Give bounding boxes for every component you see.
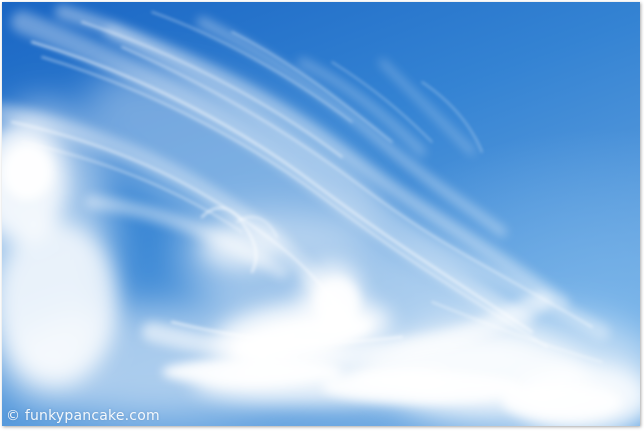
sky-photo <box>2 2 640 426</box>
watermark-text: © funkypancake.com <box>6 408 160 424</box>
sky-clouds-illustration <box>2 2 640 426</box>
image-frame: © funkypancake.com <box>0 0 644 431</box>
